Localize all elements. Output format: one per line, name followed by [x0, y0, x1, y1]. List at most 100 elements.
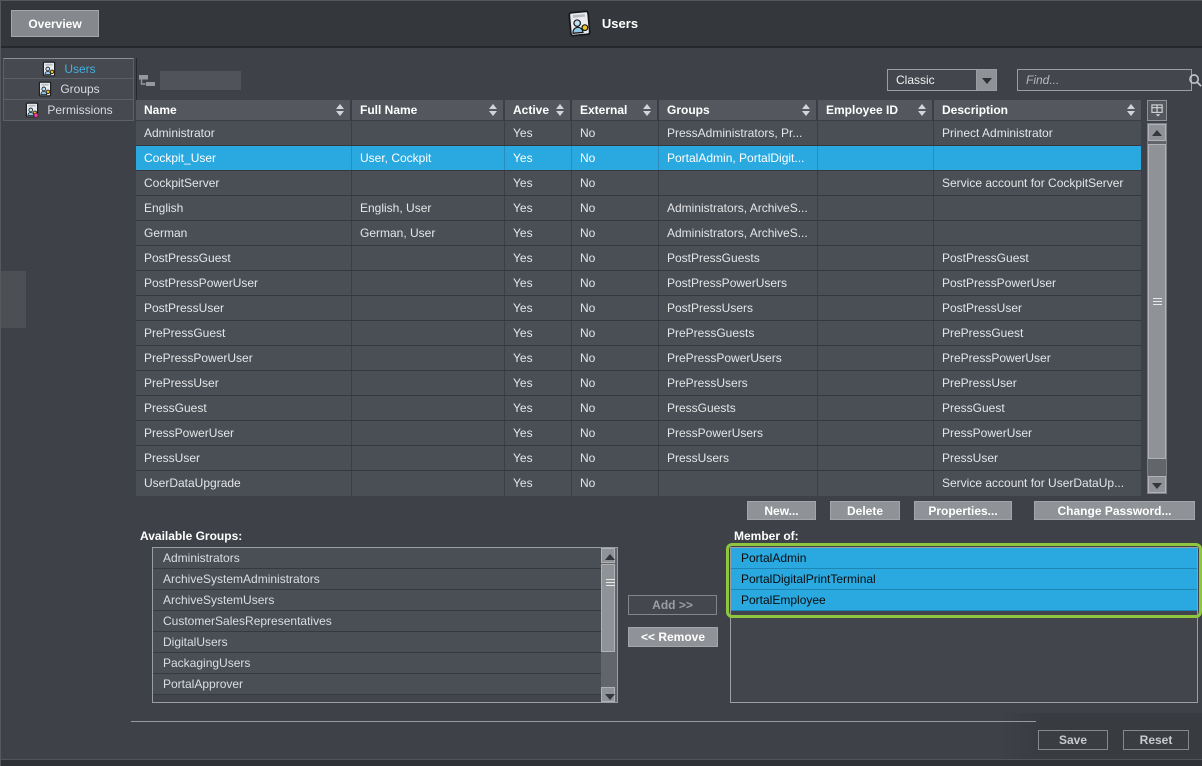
- table-cell: PrePressPowerUsers: [659, 346, 818, 370]
- window-bottom-edge: [1, 759, 1202, 766]
- table-cell: [352, 471, 505, 496]
- table-row[interactable]: CockpitServer Yes No Service account for…: [136, 171, 1141, 196]
- column-header[interactable]: Full Name: [352, 100, 505, 120]
- table-cell: [352, 446, 505, 470]
- reset-button[interactable]: Reset: [1123, 730, 1189, 750]
- sidebar-item[interactable]: Groups: [3, 79, 134, 100]
- available-group-item[interactable]: ArchiveSystemAdministrators: [153, 569, 601, 590]
- table-cell: PostPressUser: [136, 296, 352, 320]
- table-cell: No: [572, 321, 659, 345]
- scroll-down-button[interactable]: [601, 687, 615, 702]
- column-header[interactable]: Active: [505, 100, 572, 120]
- table-cell: PostPressGuest: [136, 246, 352, 270]
- column-header-label: Full Name: [360, 103, 417, 117]
- table-row[interactable]: PrePressPowerUser Yes No PrePressPowerUs…: [136, 346, 1141, 371]
- table-cell: Yes: [505, 146, 572, 170]
- column-header[interactable]: Groups: [659, 100, 818, 120]
- available-groups-scrollbar[interactable]: [601, 548, 617, 702]
- table-cell: [352, 271, 505, 295]
- member-group-item[interactable]: PortalAdmin: [731, 548, 1197, 569]
- sidebar-item-label: Users: [64, 62, 95, 76]
- column-header-label: Employee ID: [826, 103, 898, 117]
- table-cell: [352, 171, 505, 195]
- table-scrollbar[interactable]: [1147, 123, 1167, 494]
- scrollbar-thumb[interactable]: [1148, 144, 1166, 459]
- table-row[interactable]: PostPressUser Yes No PostPressUsers Post…: [136, 296, 1141, 321]
- column-chooser-button[interactable]: [1147, 100, 1167, 121]
- table-cell: [818, 321, 934, 345]
- table-row[interactable]: English English, User Yes No Administrat…: [136, 196, 1141, 221]
- chevron-down-icon[interactable]: [976, 70, 996, 90]
- table-row[interactable]: Cockpit_User User, Cockpit Yes No Portal…: [136, 146, 1141, 171]
- thumb-grip-icon: [606, 579, 615, 587]
- table-cell: No: [572, 146, 659, 170]
- column-header-label: Name: [144, 103, 177, 117]
- table-cell: Yes: [505, 471, 572, 496]
- properties-button[interactable]: Properties...: [914, 501, 1012, 520]
- table-cell: [659, 171, 818, 195]
- sort-icon: [556, 104, 565, 116]
- table-cell: German: [136, 221, 352, 245]
- table-cell: English, User: [352, 196, 505, 220]
- table-cell: PrePressGuest: [934, 321, 1141, 345]
- column-header[interactable]: Description: [934, 100, 1141, 120]
- user-card-icon: [24, 102, 40, 118]
- available-group-item[interactable]: ArchiveSystemUsers: [153, 590, 601, 611]
- column-header-label: Active: [513, 103, 549, 117]
- scroll-up-button[interactable]: [1148, 124, 1166, 141]
- table-row[interactable]: PostPressGuest Yes No PostPressGuests Po…: [136, 246, 1141, 271]
- table-cell: [934, 196, 1141, 220]
- table-cell: [818, 371, 934, 395]
- available-group-item[interactable]: CustomerSalesRepresentatives: [153, 611, 601, 632]
- available-group-item[interactable]: PackagingUsers: [153, 653, 601, 674]
- find-input[interactable]: [1018, 73, 1185, 87]
- column-header[interactable]: Employee ID: [818, 100, 934, 120]
- sort-icon: [1127, 104, 1136, 116]
- table-row[interactable]: PressUser Yes No PressUsers PressUser: [136, 446, 1141, 471]
- table-row[interactable]: Administrator Yes No PressAdministrators…: [136, 121, 1141, 146]
- sort-icon: [802, 104, 811, 116]
- table-row[interactable]: German German, User Yes No Administrator…: [136, 221, 1141, 246]
- add-button[interactable]: Add >>: [628, 595, 717, 615]
- top-bar: Overview Users: [1, 1, 1202, 48]
- table-row[interactable]: PostPressPowerUser Yes No PostPressPower…: [136, 271, 1141, 296]
- table-cell: German, User: [352, 221, 505, 245]
- save-button[interactable]: Save: [1038, 730, 1108, 750]
- delete-button[interactable]: Delete: [830, 501, 900, 520]
- table-cell: [818, 146, 934, 170]
- table-cell: Yes: [505, 196, 572, 220]
- remove-button[interactable]: << Remove: [628, 627, 718, 647]
- column-header[interactable]: External: [572, 100, 659, 120]
- table-cell: PrePressUsers: [659, 371, 818, 395]
- sort-icon: [489, 104, 498, 116]
- table-cell: [818, 221, 934, 245]
- tree-view-icon[interactable]: [138, 72, 157, 89]
- available-group-item[interactable]: PortalApprover: [153, 674, 601, 695]
- column-header[interactable]: Name: [136, 100, 352, 120]
- table-cell: No: [572, 371, 659, 395]
- table-cell: No: [572, 471, 659, 496]
- table-columns-icon: [1151, 104, 1164, 117]
- table-cell: [818, 196, 934, 220]
- table-row[interactable]: PrePressGuest Yes No PrePressGuests PreP…: [136, 321, 1141, 346]
- scroll-up-button[interactable]: [601, 548, 615, 563]
- table-row[interactable]: PressGuest Yes No PressGuests PressGuest: [136, 396, 1141, 421]
- available-group-item[interactable]: Administrators: [153, 548, 601, 569]
- member-group-item[interactable]: PortalDigitalPrintTerminal: [731, 569, 1197, 590]
- table-row[interactable]: PressPowerUser Yes No PressPowerUsers Pr…: [136, 421, 1141, 446]
- available-group-item[interactable]: DigitalUsers: [153, 632, 601, 653]
- sidebar-item[interactable]: Users: [3, 58, 134, 79]
- available-groups-list: Administrators ArchiveSystemAdministrato…: [152, 547, 618, 703]
- table-cell: No: [572, 396, 659, 420]
- table-row[interactable]: UserDataUpgrade Yes No Service account f…: [136, 471, 1141, 496]
- member-group-item[interactable]: PortalEmployee: [731, 590, 1197, 611]
- sidebar-item[interactable]: Permissions: [3, 100, 134, 121]
- scroll-down-button[interactable]: [1148, 476, 1166, 493]
- table-cell: [352, 371, 505, 395]
- change-password-button[interactable]: Change Password...: [1034, 501, 1195, 520]
- new-button[interactable]: New...: [747, 501, 816, 520]
- view-mode-select[interactable]: Classic: [887, 69, 997, 91]
- table-row[interactable]: PrePressUser Yes No PrePressUsers PrePre…: [136, 371, 1141, 396]
- sidebar-item-label: Permissions: [47, 103, 112, 117]
- scrollbar-thumb[interactable]: [601, 564, 615, 652]
